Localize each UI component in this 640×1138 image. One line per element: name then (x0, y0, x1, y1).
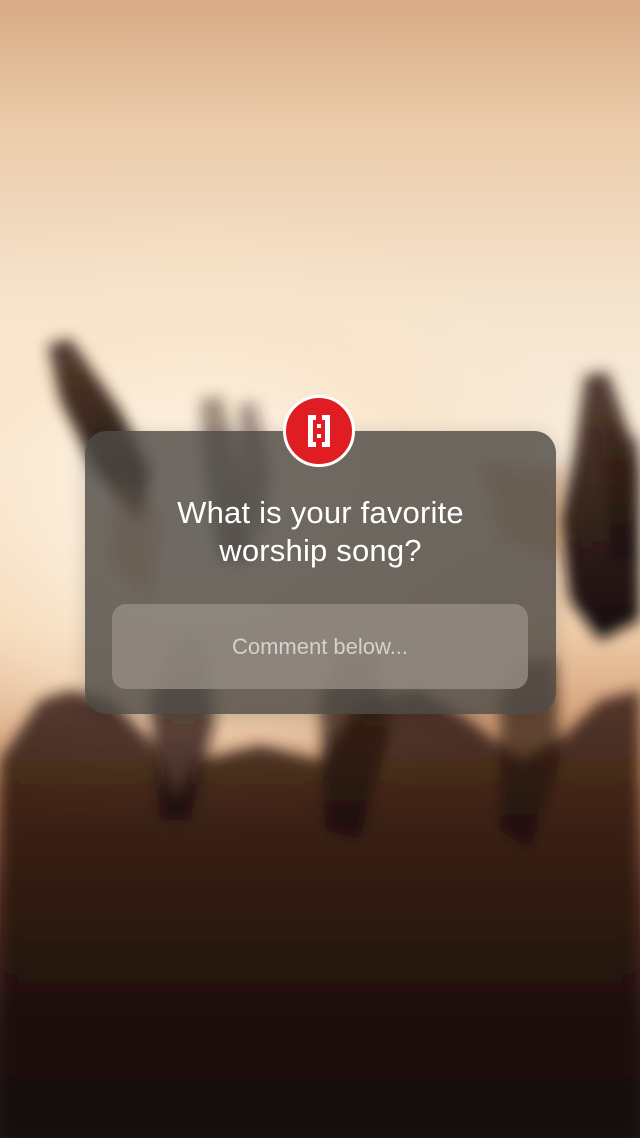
question-text: What is your favorite worship song? (85, 494, 556, 570)
comment-input[interactable] (112, 604, 528, 689)
story-screen: What is your favorite worship song? (0, 0, 640, 1138)
question-line-1: What is your favorite (177, 495, 464, 530)
brand-logo-glyph (308, 415, 330, 447)
question-line-2: worship song? (219, 533, 422, 568)
brand-logo-icon (283, 395, 355, 467)
